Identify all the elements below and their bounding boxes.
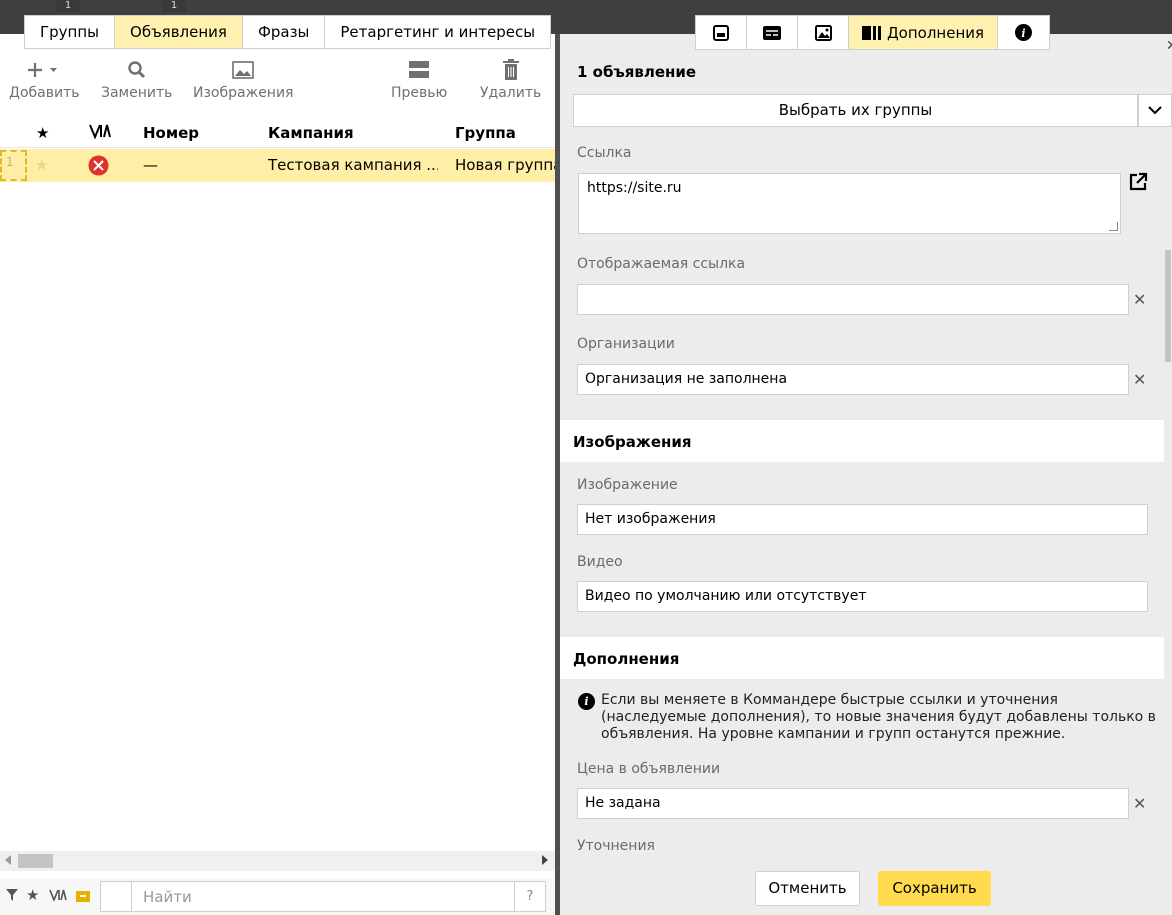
grid-header: ★ Номер Кампания Группа (0, 118, 555, 148)
ad-edit-panel (560, 34, 1172, 915)
panel-footer (560, 855, 1172, 915)
clear-organization-icon[interactable]: ✕ (1133, 370, 1146, 389)
tab-subtitles[interactable] (747, 16, 798, 49)
tab-groups[interactable]: Группы (25, 16, 116, 48)
display-link-input[interactable] (577, 284, 1129, 315)
link-label: Ссылка (577, 145, 632, 161)
price-label: Цена в объявлении (577, 761, 721, 777)
star-icon[interactable]: ★ (35, 156, 48, 174)
entity-tabs: Группы Объявления Фразы Ретаргетинг и ин… (24, 15, 552, 49)
column-group[interactable]: Группа (455, 124, 516, 142)
panel-vertical-scrollbar[interactable] (1164, 145, 1172, 850)
moderation-filter-icon[interactable] (49, 889, 67, 905)
image-label: Изображение (577, 477, 678, 493)
text-layout-icon (713, 24, 729, 41)
table-row[interactable]: 1 ★ — Тестовая кампания ... Новая группа (0, 149, 555, 182)
tab-ads[interactable]: Объявления (115, 16, 243, 48)
favorite-column-icon[interactable]: ★ (36, 124, 49, 142)
image-icon (232, 58, 255, 82)
video-label: Видео (577, 554, 623, 570)
panel-tabs: Дополнения i (695, 15, 1050, 50)
column-number[interactable]: Номер (143, 124, 199, 142)
close-panel-icon[interactable]: ✕ (1166, 38, 1172, 54)
preview-icon (408, 58, 430, 82)
rejected-status-icon (88, 155, 109, 180)
choose-groups-button[interactable]: Выбрать их группы (573, 94, 1138, 127)
delete-button[interactable]: Удалить (480, 58, 541, 101)
clear-display-link-icon[interactable]: ✕ (1133, 290, 1146, 309)
info-icon: i (578, 693, 595, 710)
selected-ads-count: 1 объявление (577, 63, 697, 81)
open-link-icon[interactable] (1128, 172, 1148, 196)
tab-extras[interactable]: Дополнения (849, 16, 998, 49)
moderation-column-icon[interactable] (89, 123, 111, 143)
archive-filter-icon[interactable] (75, 889, 91, 907)
row-number: — (143, 156, 158, 174)
replace-button[interactable]: Заменить (101, 58, 172, 101)
tab-info[interactable]: i (998, 16, 1049, 49)
preview-button[interactable]: Превью (391, 58, 447, 101)
resize-handle-icon[interactable] (1109, 222, 1118, 231)
price-input[interactable]: Не задана (577, 788, 1129, 819)
row-campaign: Тестовая кампания ... (268, 156, 438, 174)
horizontal-scrollbar[interactable] (0, 851, 555, 871)
info-icon: i (1015, 24, 1032, 41)
tab-images[interactable] (798, 16, 849, 49)
video-select[interactable]: Видео по умолчанию или отсутствует (577, 581, 1148, 612)
tab-text[interactable] (696, 16, 747, 49)
column-campaign[interactable]: Кампания (268, 124, 354, 142)
chevron-down-icon (1148, 106, 1162, 115)
images-button[interactable]: Изображения (193, 58, 293, 101)
trash-icon (502, 58, 520, 82)
organization-select[interactable]: Организация не заполнена (577, 364, 1129, 395)
search-help-button[interactable]: ? (514, 882, 545, 911)
star-filter-icon[interactable]: ★ (26, 886, 39, 904)
images-section-title: Изображения (560, 420, 1164, 462)
panel-scroll-thumb[interactable] (1165, 250, 1171, 362)
choose-groups-dropdown[interactable] (1138, 94, 1172, 127)
extras-icon (861, 25, 881, 40)
ads-grid-pane: Добавить Заменить Изображения Превью Уда… (0, 34, 555, 915)
organizations-label: Организации (577, 336, 675, 352)
display-link-label: Отображаемая ссылка (577, 256, 746, 272)
plus-dropdown-icon (27, 58, 61, 82)
row-index[interactable]: 1 (0, 150, 27, 181)
scroll-right-icon[interactable] (542, 855, 548, 865)
add-button[interactable]: Добавить (9, 58, 79, 101)
clear-price-icon[interactable]: ✕ (1133, 794, 1146, 813)
link-value: https://site.ru (587, 180, 682, 196)
extras-info-text: Если вы меняете в Коммандере быстрые ссы… (601, 692, 1156, 742)
scroll-thumb[interactable] (18, 854, 53, 868)
scroll-left-icon[interactable] (5, 855, 11, 865)
card-icon (763, 25, 781, 40)
search-icon (127, 58, 147, 82)
callouts-label: Уточнения (577, 838, 655, 854)
ads-count-badge: 1 (162, 0, 186, 12)
filter-icon[interactable] (6, 889, 18, 905)
cancel-button[interactable]: Отменить (755, 871, 860, 906)
svg-text:i: i (1021, 27, 1025, 40)
image-select[interactable]: Нет изображения (577, 504, 1148, 535)
save-button[interactable]: Сохранить (878, 871, 991, 906)
search-box: ? (100, 881, 546, 912)
extras-section-title: Дополнения (560, 637, 1164, 679)
tab-retargeting[interactable]: Ретаргетинг и интересы (325, 16, 551, 48)
search-input[interactable] (143, 886, 503, 908)
link-textarea[interactable]: https://site.ru (578, 173, 1121, 234)
filter-bar: ★ ? (0, 879, 555, 915)
tab-phrases[interactable]: Фразы (242, 16, 326, 48)
groups-count-badge: 1 (56, 0, 80, 12)
ads-toolbar: Добавить Заменить Изображения Превью Уда… (0, 54, 555, 116)
image-icon (814, 24, 832, 41)
row-group: Новая группа (455, 156, 555, 174)
